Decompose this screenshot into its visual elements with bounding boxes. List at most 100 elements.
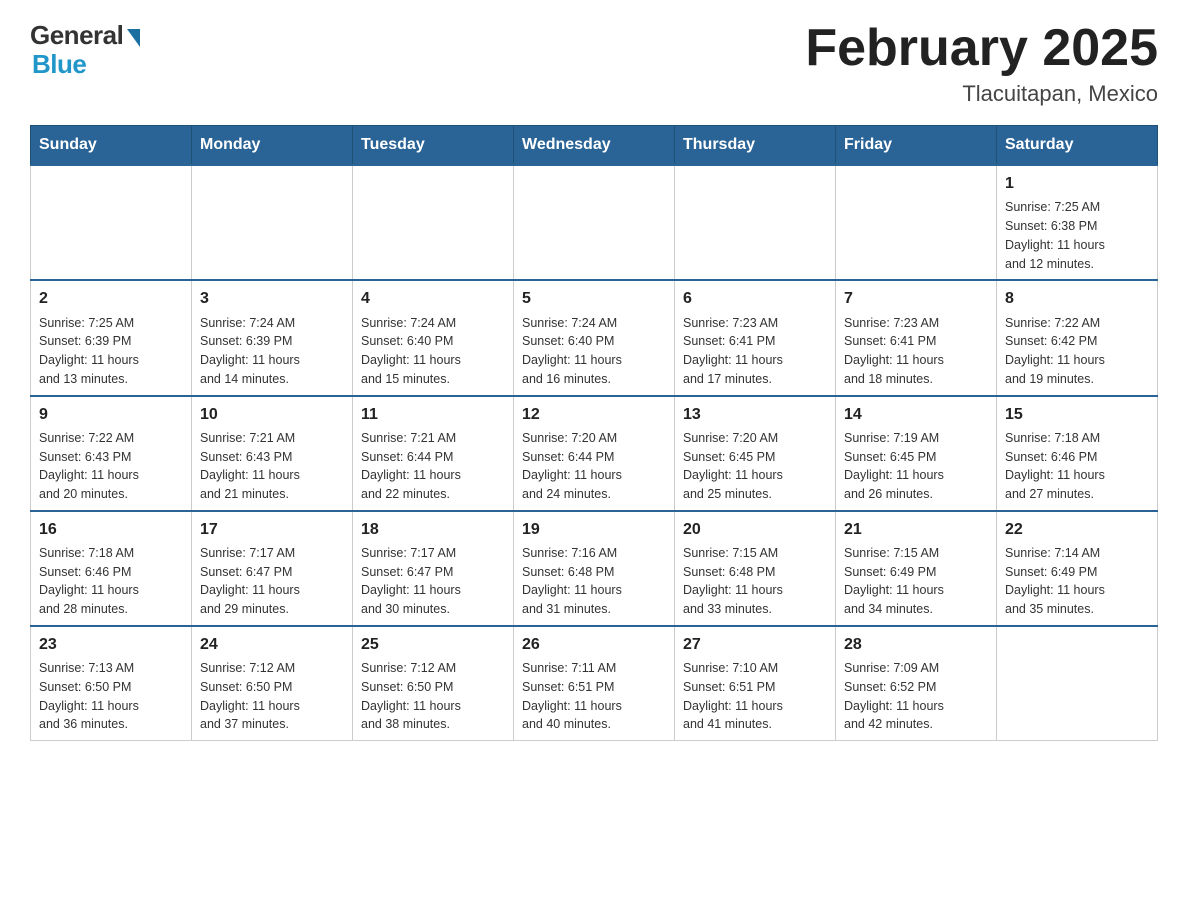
- day-number: 11: [361, 403, 505, 426]
- day-info: Sunrise: 7:20 AM Sunset: 6:44 PM Dayligh…: [522, 429, 666, 504]
- day-number: 7: [844, 287, 988, 310]
- calendar-day-cell: 5 Sunrise: 7:24 AM Sunset: 6:40 PM Daylig…: [514, 280, 675, 395]
- calendar-day-cell: 14 Sunrise: 7:19 AM Sunset: 6:45 PM Dayli…: [836, 396, 997, 511]
- day-info: Sunrise: 7:19 AM Sunset: 6:45 PM Dayligh…: [844, 429, 988, 504]
- calendar-body: 1 Sunrise: 7:25 AM Sunset: 6:38 PM Daylig…: [31, 165, 1158, 740]
- day-info: Sunrise: 7:16 AM Sunset: 6:48 PM Dayligh…: [522, 544, 666, 619]
- day-info: Sunrise: 7:12 AM Sunset: 6:50 PM Dayligh…: [361, 659, 505, 734]
- day-info: Sunrise: 7:17 AM Sunset: 6:47 PM Dayligh…: [200, 544, 344, 619]
- calendar-day-cell: [836, 165, 997, 280]
- day-number: 13: [683, 403, 827, 426]
- calendar-day-cell: [997, 626, 1158, 741]
- day-number: 5: [522, 287, 666, 310]
- calendar-day-cell: 1 Sunrise: 7:25 AM Sunset: 6:38 PM Daylig…: [997, 165, 1158, 280]
- day-number: 8: [1005, 287, 1149, 310]
- logo: General Blue: [30, 20, 140, 80]
- day-info: Sunrise: 7:23 AM Sunset: 6:41 PM Dayligh…: [683, 314, 827, 389]
- header-row: SundayMondayTuesdayWednesdayThursdayFrid…: [31, 126, 1158, 166]
- day-number: 27: [683, 633, 827, 656]
- calendar-day-cell: 23 Sunrise: 7:13 AM Sunset: 6:50 PM Dayli…: [31, 626, 192, 741]
- day-info: Sunrise: 7:23 AM Sunset: 6:41 PM Dayligh…: [844, 314, 988, 389]
- day-info: Sunrise: 7:13 AM Sunset: 6:50 PM Dayligh…: [39, 659, 183, 734]
- calendar-week-row: 1 Sunrise: 7:25 AM Sunset: 6:38 PM Daylig…: [31, 165, 1158, 280]
- day-info: Sunrise: 7:09 AM Sunset: 6:52 PM Dayligh…: [844, 659, 988, 734]
- location-label: Tlacuitapan, Mexico: [805, 81, 1158, 107]
- calendar-day-cell: 26Sunrise: 7:11 AM Sunset: 6:51 PM Dayli…: [514, 626, 675, 741]
- day-info: Sunrise: 7:11 AM Sunset: 6:51 PM Dayligh…: [522, 659, 666, 734]
- day-number: 14: [844, 403, 988, 426]
- day-of-week-header: Tuesday: [353, 126, 514, 166]
- day-info: Sunrise: 7:18 AM Sunset: 6:46 PM Dayligh…: [39, 544, 183, 619]
- day-info: Sunrise: 7:21 AM Sunset: 6:44 PM Dayligh…: [361, 429, 505, 504]
- calendar-day-cell: 18 Sunrise: 7:17 AM Sunset: 6:47 PM Dayli…: [353, 511, 514, 626]
- title-block: February 2025 Tlacuitapan, Mexico: [805, 20, 1158, 107]
- calendar-day-cell: [514, 165, 675, 280]
- day-of-week-header: Thursday: [675, 126, 836, 166]
- day-info: Sunrise: 7:24 AM Sunset: 6:40 PM Dayligh…: [361, 314, 505, 389]
- day-number: 23: [39, 633, 183, 656]
- day-info: Sunrise: 7:22 AM Sunset: 6:42 PM Dayligh…: [1005, 314, 1149, 389]
- calendar-day-cell: [353, 165, 514, 280]
- calendar-day-cell: 25 Sunrise: 7:12 AM Sunset: 6:50 PM Dayli…: [353, 626, 514, 741]
- day-number: 6: [683, 287, 827, 310]
- day-info: Sunrise: 7:20 AM Sunset: 6:45 PM Dayligh…: [683, 429, 827, 504]
- day-of-week-header: Monday: [192, 126, 353, 166]
- page-header: General Blue February 2025 Tlacuitapan, …: [30, 20, 1158, 107]
- day-number: 19: [522, 518, 666, 541]
- calendar-day-cell: 8 Sunrise: 7:22 AM Sunset: 6:42 PM Daylig…: [997, 280, 1158, 395]
- day-number: 10: [200, 403, 344, 426]
- day-info: Sunrise: 7:24 AM Sunset: 6:40 PM Dayligh…: [522, 314, 666, 389]
- day-info: Sunrise: 7:15 AM Sunset: 6:49 PM Dayligh…: [844, 544, 988, 619]
- day-number: 25: [361, 633, 505, 656]
- day-info: Sunrise: 7:10 AM Sunset: 6:51 PM Dayligh…: [683, 659, 827, 734]
- day-number: 22: [1005, 518, 1149, 541]
- calendar-day-cell: 20Sunrise: 7:15 AM Sunset: 6:48 PM Dayli…: [675, 511, 836, 626]
- calendar-day-cell: 17 Sunrise: 7:17 AM Sunset: 6:47 PM Dayli…: [192, 511, 353, 626]
- day-info: Sunrise: 7:25 AM Sunset: 6:38 PM Dayligh…: [1005, 198, 1149, 273]
- calendar-day-cell: 28 Sunrise: 7:09 AM Sunset: 6:52 PM Dayli…: [836, 626, 997, 741]
- calendar-day-cell: 9Sunrise: 7:22 AM Sunset: 6:43 PM Daylig…: [31, 396, 192, 511]
- day-info: Sunrise: 7:17 AM Sunset: 6:47 PM Dayligh…: [361, 544, 505, 619]
- day-number: 18: [361, 518, 505, 541]
- day-number: 21: [844, 518, 988, 541]
- calendar-day-cell: 24 Sunrise: 7:12 AM Sunset: 6:50 PM Dayli…: [192, 626, 353, 741]
- day-info: Sunrise: 7:12 AM Sunset: 6:50 PM Dayligh…: [200, 659, 344, 734]
- calendar-day-cell: 22 Sunrise: 7:14 AM Sunset: 6:49 PM Dayli…: [997, 511, 1158, 626]
- calendar-day-cell: [192, 165, 353, 280]
- day-of-week-header: Wednesday: [514, 126, 675, 166]
- calendar-day-cell: [31, 165, 192, 280]
- calendar-day-cell: 3 Sunrise: 7:24 AM Sunset: 6:39 PM Daylig…: [192, 280, 353, 395]
- day-info: Sunrise: 7:24 AM Sunset: 6:39 PM Dayligh…: [200, 314, 344, 389]
- calendar-week-row: 2Sunrise: 7:25 AM Sunset: 6:39 PM Daylig…: [31, 280, 1158, 395]
- day-info: Sunrise: 7:18 AM Sunset: 6:46 PM Dayligh…: [1005, 429, 1149, 504]
- calendar-day-cell: 21 Sunrise: 7:15 AM Sunset: 6:49 PM Dayli…: [836, 511, 997, 626]
- day-number: 24: [200, 633, 344, 656]
- day-number: 9: [39, 403, 183, 426]
- day-info: Sunrise: 7:21 AM Sunset: 6:43 PM Dayligh…: [200, 429, 344, 504]
- day-number: 16: [39, 518, 183, 541]
- calendar-day-cell: 13 Sunrise: 7:20 AM Sunset: 6:45 PM Dayli…: [675, 396, 836, 511]
- calendar-day-cell: 6 Sunrise: 7:23 AM Sunset: 6:41 PM Daylig…: [675, 280, 836, 395]
- calendar-day-cell: 15Sunrise: 7:18 AM Sunset: 6:46 PM Dayli…: [997, 396, 1158, 511]
- calendar-day-cell: 7 Sunrise: 7:23 AM Sunset: 6:41 PM Daylig…: [836, 280, 997, 395]
- day-number: 28: [844, 633, 988, 656]
- logo-general-text: General: [30, 20, 123, 51]
- calendar-day-cell: 4 Sunrise: 7:24 AM Sunset: 6:40 PM Daylig…: [353, 280, 514, 395]
- calendar-week-row: 23 Sunrise: 7:13 AM Sunset: 6:50 PM Dayli…: [31, 626, 1158, 741]
- calendar-day-cell: 11 Sunrise: 7:21 AM Sunset: 6:44 PM Dayli…: [353, 396, 514, 511]
- logo-arrow-icon: [127, 29, 140, 47]
- logo-blue-text: Blue: [32, 49, 86, 80]
- month-title: February 2025: [805, 20, 1158, 77]
- calendar-day-cell: 10 Sunrise: 7:21 AM Sunset: 6:43 PM Dayli…: [192, 396, 353, 511]
- calendar-day-cell: 2Sunrise: 7:25 AM Sunset: 6:39 PM Daylig…: [31, 280, 192, 395]
- calendar-day-cell: 19 Sunrise: 7:16 AM Sunset: 6:48 PM Dayli…: [514, 511, 675, 626]
- calendar-day-cell: [675, 165, 836, 280]
- calendar-header: SundayMondayTuesdayWednesdayThursdayFrid…: [31, 126, 1158, 166]
- day-number: 1: [1005, 172, 1149, 195]
- day-number: 3: [200, 287, 344, 310]
- day-info: Sunrise: 7:14 AM Sunset: 6:49 PM Dayligh…: [1005, 544, 1149, 619]
- day-number: 17: [200, 518, 344, 541]
- day-number: 4: [361, 287, 505, 310]
- day-number: 12: [522, 403, 666, 426]
- day-info: Sunrise: 7:25 AM Sunset: 6:39 PM Dayligh…: [39, 314, 183, 389]
